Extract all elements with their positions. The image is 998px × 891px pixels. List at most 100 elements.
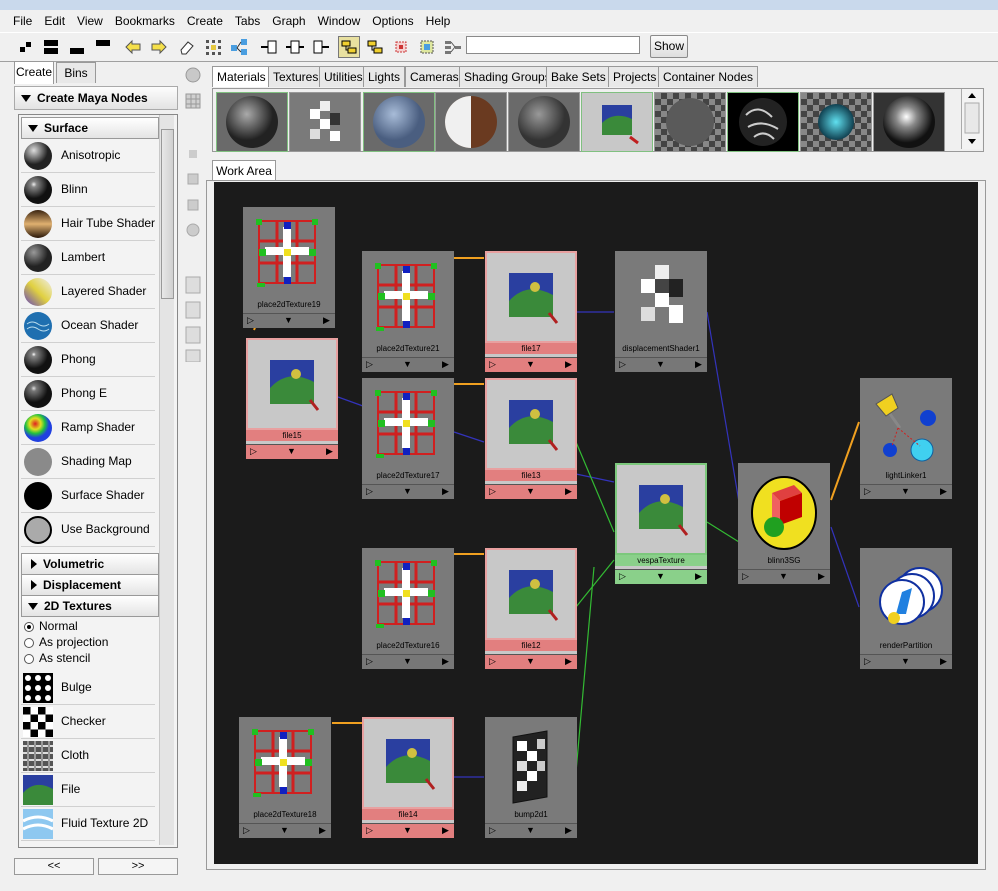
material-swatch-sphere[interactable] [216, 92, 288, 152]
section-displacement[interactable]: Displacement [21, 574, 159, 596]
graph-mode-a-icon[interactable] [338, 36, 360, 58]
graph-mode-c-icon[interactable] [390, 36, 412, 58]
list-item-anisotropic[interactable]: Anisotropic [21, 139, 155, 173]
material-swatch-checker-sphere[interactable] [654, 92, 726, 152]
material-swatch-displacement[interactable] [289, 92, 361, 152]
section-volumetric[interactable]: Volumetric [21, 553, 159, 575]
node-controls[interactable]: ▷ ▼ ▶ [485, 357, 577, 372]
node-controls[interactable]: ▷ ▼ ▶ [485, 823, 577, 838]
toggle-create-bar-icon[interactable] [14, 36, 36, 58]
node-controls[interactable]: ▷ ▼ ▶ [362, 823, 454, 838]
menu-view[interactable]: View [71, 10, 109, 32]
node-controls[interactable]: ▷ ▼ ▶ [615, 569, 707, 584]
input-connections-icon[interactable] [258, 36, 280, 58]
node-place2dtexture18[interactable]: place2dTexture18 ▷ ▼ ▶ [239, 717, 331, 838]
show-button[interactable]: Show [650, 35, 688, 58]
node-file13[interactable]: file13 ▷ ▼ ▶ [485, 378, 577, 499]
strip-swatch-icon[interactable] [187, 199, 199, 211]
section-surface[interactable]: Surface [21, 117, 159, 139]
section-2d-textures[interactable]: 2D Textures [21, 595, 159, 617]
menu-edit[interactable]: Edit [38, 10, 71, 32]
graph-mode-b-icon[interactable] [364, 36, 386, 58]
node-vespatexture[interactable]: vespaTexture ▷ ▼ ▶ [615, 463, 707, 584]
output-connections-icon[interactable] [310, 36, 332, 58]
node-file15[interactable]: file15 ▷ ▼ ▶ [246, 338, 338, 459]
tab-projects[interactable]: Projects [608, 66, 662, 87]
arrow-left-icon[interactable] [122, 36, 144, 58]
menu-tabs[interactable]: Tabs [229, 10, 266, 32]
list-item-bulge[interactable]: Bulge [21, 671, 155, 705]
work-area-canvas[interactable]: place2dTexture19 ▷ ▼ ▶ file15 ▷ ▼ ▶ place2dT… [214, 182, 978, 864]
list-item-hair-tube-shader[interactable]: Hair Tube Shader [21, 207, 155, 241]
scrollbar-thumb[interactable] [161, 129, 174, 299]
tab-bake-sets[interactable]: Bake Sets [546, 66, 611, 87]
node-controls[interactable]: ▷ ▼ ▶ [362, 484, 454, 499]
menu-help[interactable]: Help [420, 10, 457, 32]
menu-graph[interactable]: Graph [266, 10, 311, 32]
list-item-phong[interactable]: Phong [21, 343, 155, 377]
material-swatch-half-sphere[interactable] [435, 92, 507, 152]
tab-create[interactable]: Create [14, 61, 54, 84]
sort-reverse-icon[interactable] [185, 349, 201, 362]
page-next-button[interactable]: >> [98, 858, 178, 875]
network-icon[interactable] [228, 36, 250, 58]
tab-utilities[interactable]: Utilities [319, 66, 368, 87]
swatches-scrollbar[interactable] [961, 89, 982, 149]
sort-time-icon[interactable] [185, 326, 201, 344]
strip-grid-icon[interactable] [185, 93, 201, 109]
list-item-use-background[interactable]: Use Background [21, 513, 155, 547]
node-file12[interactable]: file12 ▷ ▼ ▶ [485, 548, 577, 669]
node-place2dtexture16[interactable]: place2dTexture16 ▷ ▼ ▶ [362, 548, 454, 669]
material-swatch-teal-glow[interactable] [800, 92, 872, 152]
radio-dot[interactable] [24, 621, 34, 632]
node-controls[interactable]: ▷ ▼ ▶ [239, 823, 331, 838]
eraser-icon[interactable] [176, 36, 198, 58]
scroll-up-icon[interactable] [968, 93, 976, 98]
radio-as-stencil[interactable]: As stencil [24, 651, 90, 665]
graph-mode-e-icon[interactable] [442, 36, 464, 58]
tab-bins[interactable]: Bins [56, 62, 96, 83]
tab-lights[interactable]: Lights [363, 66, 406, 87]
node-blinn3sg[interactable]: blinn3SG ▷ ▼ ▶ [738, 463, 830, 584]
material-swatch-file-texture[interactable] [581, 92, 653, 152]
graph-mode-d-icon[interactable] [416, 36, 438, 58]
node-controls[interactable]: ▷ ▼ ▶ [485, 484, 577, 499]
menu-window[interactable]: Window [312, 10, 367, 32]
strip-swatch-icon[interactable] [187, 173, 199, 185]
strip-small-swatch-icon[interactable] [189, 150, 197, 158]
search-input[interactable] [466, 36, 640, 54]
sort-az-icon[interactable] [185, 276, 201, 294]
tab-shading-groups[interactable]: Shading Groups [459, 66, 556, 87]
material-swatch-blue-sphere[interactable] [363, 92, 435, 152]
node-displacementshader1[interactable]: displacementShader1 ▷ ▼ ▶ [615, 251, 707, 372]
material-swatch-gray-sphere[interactable] [508, 92, 580, 152]
menu-options[interactable]: Options [366, 10, 419, 32]
node-controls[interactable]: ▷ ▼ ▶ [860, 484, 952, 499]
node-controls[interactable]: ▷ ▼ ▶ [243, 313, 335, 328]
list-item-blinn[interactable]: Blinn [21, 173, 155, 207]
layout-top-icon[interactable] [92, 36, 114, 58]
node-controls[interactable]: ▷ ▼ ▶ [246, 444, 338, 459]
node-file14[interactable]: file14 ▷ ▼ ▶ [362, 717, 454, 838]
tab-work-area[interactable]: Work Area [212, 160, 276, 181]
list-item-file[interactable]: File [21, 773, 155, 807]
list-item-phong-e[interactable]: Phong E [21, 377, 155, 411]
scroll-down-icon[interactable] [968, 139, 976, 144]
node-controls[interactable]: ▷ ▼ ▶ [362, 357, 454, 372]
radio-as-projection[interactable]: As projection [24, 635, 108, 649]
create-maya-nodes-header[interactable]: Create Maya Nodes [14, 86, 178, 110]
list-item-lambert[interactable]: Lambert [21, 241, 155, 275]
radio-dot[interactable] [24, 653, 34, 664]
material-swatch-chrome[interactable] [873, 92, 945, 152]
list-item-layered-shader[interactable]: Layered Shader [21, 275, 155, 309]
menu-create[interactable]: Create [181, 10, 229, 32]
tab-cameras[interactable]: Cameras [405, 66, 464, 87]
node-place2dtexture17[interactable]: place2dTexture17 ▷ ▼ ▶ [362, 378, 454, 499]
tab-materials[interactable]: Materials [212, 66, 271, 87]
node-controls[interactable]: ▷ ▼ ▶ [738, 569, 830, 584]
sort-type-icon[interactable] [185, 301, 201, 319]
menu-file[interactable]: File [0, 10, 38, 32]
layout-bottom-icon[interactable] [66, 36, 88, 58]
node-renderpartition[interactable]: renderPartition ▷ ▼ ▶ [860, 548, 952, 669]
node-controls[interactable]: ▷ ▼ ▶ [362, 654, 454, 669]
